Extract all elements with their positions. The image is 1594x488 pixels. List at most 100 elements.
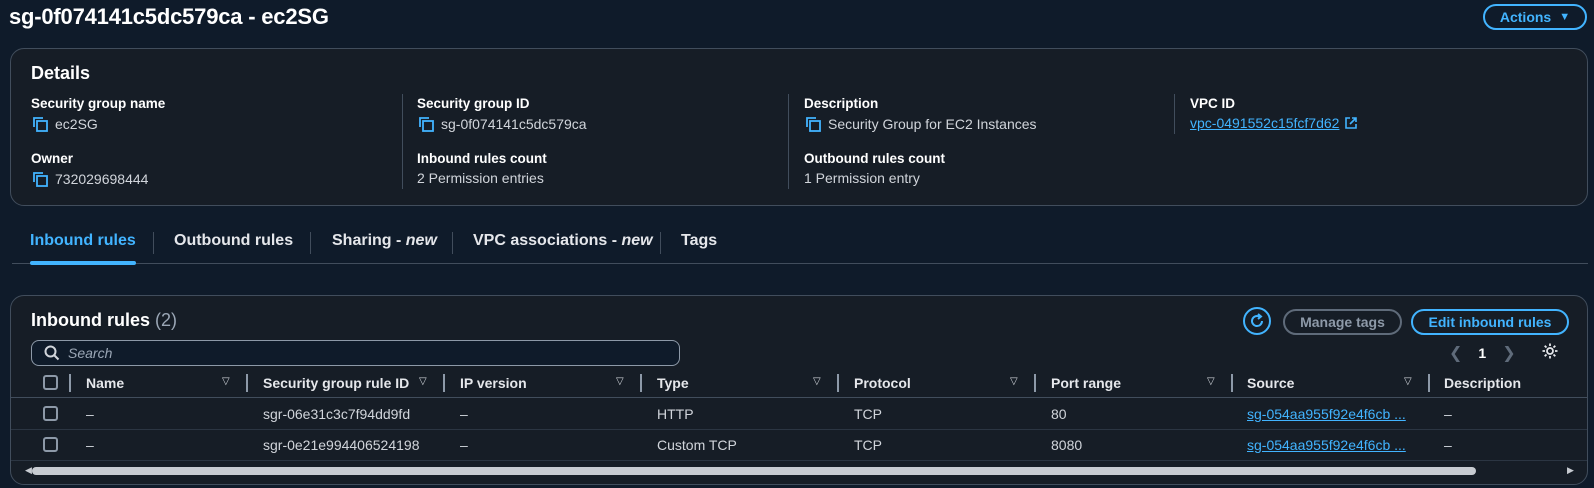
cell-description: –	[1444, 437, 1452, 453]
next-page-icon[interactable]: ❯	[1502, 343, 1515, 363]
column-header-name[interactable]: Name	[86, 368, 124, 398]
page-number[interactable]: 1	[1478, 345, 1486, 361]
outbound-rules-count-field: Outbound rules count 1 Permission entry	[804, 151, 945, 186]
horizontal-scrollbar[interactable]: ◀ ▶	[25, 465, 1575, 477]
outbound-rules-count-label: Outbound rules count	[804, 151, 945, 166]
cell-name: –	[86, 437, 94, 453]
cell-name: –	[86, 406, 94, 422]
sort-icon[interactable]: ▽	[222, 376, 230, 387]
description-value: Security Group for EC2 Instances	[828, 116, 1037, 132]
tab-inbound-rules[interactable]: Inbound rules	[30, 228, 136, 265]
column-divider	[788, 94, 789, 189]
owner-field: Owner 732029698444	[31, 151, 148, 188]
scroll-left-icon[interactable]: ◀	[25, 465, 32, 476]
search-icon	[44, 345, 60, 361]
column-header-port-range[interactable]: Port range	[1051, 368, 1121, 398]
settings-button[interactable]	[1541, 342, 1559, 363]
owner-value: 732029698444	[55, 171, 149, 187]
tab-vpc-associations[interactable]: VPC associations - new	[473, 228, 653, 264]
cell-source-link[interactable]: sg-054aa955f92e4f6cb ...	[1247, 430, 1406, 460]
scrollbar-thumb[interactable]	[32, 467, 1476, 475]
inbound-rules-count-field: Inbound rules count 2 Permission entries	[417, 151, 547, 186]
cell-type: HTTP	[657, 406, 694, 422]
copy-icon[interactable]	[31, 170, 49, 188]
table-row[interactable]: – sgr-0e21e994406524198 – Custom TCP TCP…	[11, 430, 1587, 461]
security-group-name-field: Security group name ec2SG	[31, 96, 165, 133]
edit-inbound-rules-button[interactable]: Edit inbound rules	[1411, 309, 1569, 335]
scroll-right-icon[interactable]: ▶	[1567, 465, 1574, 476]
table-header: Name ▽ Security group rule ID ▽ IP versi…	[11, 368, 1587, 398]
column-resizer[interactable]	[1231, 374, 1233, 392]
description-field: Description Security Group for EC2 Insta…	[804, 96, 1037, 133]
search-input[interactable]	[68, 345, 658, 361]
tab-new-badge: new	[621, 232, 653, 249]
inbound-rules-panel: Inbound rules (2) Manage tags Edit inbou…	[10, 295, 1588, 485]
tab-label: Outbound rules	[174, 232, 294, 249]
tab-tags[interactable]: Tags	[681, 228, 717, 264]
copy-icon[interactable]	[31, 115, 49, 133]
security-group-name-value: ec2SG	[55, 116, 98, 132]
tab-new-badge: new	[405, 232, 437, 249]
tab-divider	[452, 232, 453, 254]
outbound-rules-count-value: 1 Permission entry	[804, 170, 920, 186]
caret-down-icon: ▼	[1559, 11, 1571, 23]
external-link-icon	[1345, 117, 1358, 129]
refresh-button[interactable]	[1243, 307, 1271, 335]
tab-outbound-rules[interactable]: Outbound rules	[174, 228, 293, 264]
vpc-id-field: VPC ID vpc-0491552c15fcf7d62	[1190, 96, 1358, 131]
tab-divider	[660, 232, 661, 254]
cell-rule-id: sgr-06e31c3c7f94dd9fd	[263, 406, 411, 422]
sort-icon[interactable]: ▽	[813, 376, 821, 387]
vpc-id-link[interactable]: vpc-0491552c15fcf7d62	[1190, 115, 1358, 131]
select-all-checkbox[interactable]	[43, 375, 58, 390]
pagination: ❮ 1 ❯	[1449, 340, 1516, 366]
column-resizer[interactable]	[443, 374, 445, 392]
inbound-rules-count: (2)	[155, 310, 178, 330]
security-group-id-label: Security group ID	[417, 96, 530, 111]
column-header-type[interactable]: Type	[657, 368, 689, 398]
copy-icon[interactable]	[804, 115, 822, 133]
column-resizer[interactable]	[1428, 374, 1430, 392]
sort-icon[interactable]: ▽	[616, 376, 624, 387]
column-header-protocol[interactable]: Protocol	[854, 368, 911, 398]
sort-icon[interactable]: ▽	[1010, 376, 1018, 387]
tab-sharing[interactable]: Sharing - new	[332, 228, 437, 264]
column-header-ip-version[interactable]: IP version	[460, 368, 527, 398]
cell-ip-version: –	[460, 437, 468, 453]
inbound-rules-heading: Inbound rules	[31, 310, 150, 330]
tab-label: Sharing -	[332, 232, 406, 249]
column-resizer[interactable]	[69, 374, 71, 392]
column-header-rule-id[interactable]: Security group rule ID	[263, 368, 409, 398]
column-resizer[interactable]	[837, 374, 839, 392]
inbound-rules-count-value: 2 Permission entries	[417, 170, 544, 186]
sort-icon[interactable]: ▽	[1207, 376, 1215, 387]
column-header-description[interactable]: Description	[1444, 368, 1521, 398]
cell-protocol: TCP	[854, 437, 882, 453]
owner-label: Owner	[31, 151, 74, 166]
column-resizer[interactable]	[246, 374, 248, 392]
actions-button[interactable]: Actions ▼	[1483, 4, 1587, 30]
cell-source-link[interactable]: sg-054aa955f92e4f6cb ...	[1247, 399, 1406, 429]
sort-icon[interactable]: ▽	[1404, 376, 1412, 387]
column-resizer[interactable]	[1034, 374, 1036, 392]
previous-page-icon[interactable]: ❮	[1449, 343, 1462, 363]
cell-ip-version: –	[460, 406, 468, 422]
column-divider	[402, 94, 403, 189]
column-resizer[interactable]	[640, 374, 642, 392]
sort-icon[interactable]: ▽	[419, 376, 427, 387]
copy-icon[interactable]	[417, 115, 435, 133]
column-header-source[interactable]: Source	[1247, 368, 1294, 398]
table-row[interactable]: – sgr-06e31c3c7f94dd9fd – HTTP TCP 80 sg…	[11, 399, 1587, 430]
cell-port-range: 80	[1051, 406, 1067, 422]
row-checkbox[interactable]	[43, 406, 58, 421]
edit-inbound-rules-label: Edit inbound rules	[1428, 314, 1552, 330]
details-panel: Details Security group name ec2SG Securi…	[10, 48, 1588, 206]
inbound-rules-title: Inbound rules (2)	[31, 310, 177, 331]
security-group-id-field: Security group ID sg-0f074141c5dc579ca	[417, 96, 587, 133]
row-checkbox[interactable]	[43, 437, 58, 452]
cell-protocol: TCP	[854, 406, 882, 422]
manage-tags-button[interactable]: Manage tags	[1283, 309, 1402, 335]
security-group-name-label: Security group name	[31, 96, 166, 111]
cell-type: Custom TCP	[657, 437, 737, 453]
vpc-id-value: vpc-0491552c15fcf7d62	[1190, 115, 1340, 131]
